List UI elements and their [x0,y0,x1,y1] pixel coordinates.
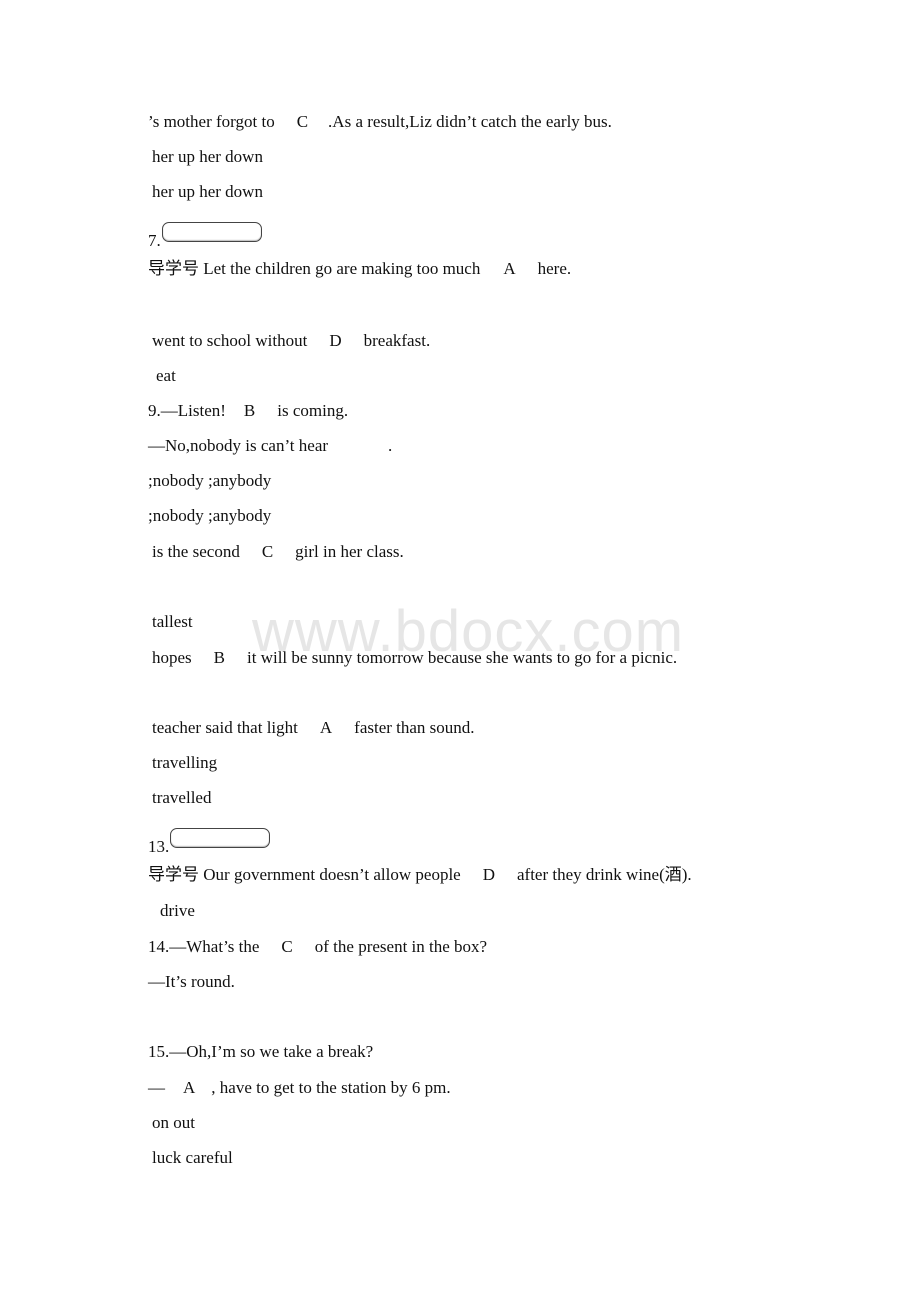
option-line: drive [160,901,195,920]
question-line: hopes Bit will be sunny tomorrow because … [152,648,677,668]
answer-letter: D [329,331,342,350]
option-line: travelling [152,753,218,772]
question-line: teacher said that light Afaster than soun… [152,718,475,738]
question-text: , have to get to the station by 6 pm. [211,1078,451,1097]
question-line: 14.—What’s the Cof the present in the box… [148,937,487,957]
question-text: teacher said that light [152,718,298,737]
option-line: luck careful [152,1148,233,1167]
answer-letter: A [319,718,333,737]
question-line: is the second Cgirl in her class. [152,542,404,562]
question-text: girl in her class. [295,542,404,561]
question-text: .As a result,Liz didn’t catch the early … [328,112,612,131]
question-number-label: 7. [148,231,161,250]
option-line: travelled [152,788,212,807]
option-line: tallest [152,612,193,631]
question-line: — A , have to get to the station by 6 pm. [148,1078,451,1098]
question-text: after they drink wine(酒). [517,865,692,884]
question-line: 导学号 Let the children go are making too m… [148,259,571,279]
question-text: ’s mother forgot to [148,112,275,131]
question-line: 15.—Oh,I’m so we take a break? [148,1042,374,1061]
option-line: eat [156,366,176,385]
question-text: of the present in the box? [314,937,488,956]
answer-letter: B [213,648,226,667]
question-line: —No,nobody is can’t hear. [148,436,392,456]
option-line: ;nobody ;anybody [148,506,272,525]
question-text: — [148,1078,165,1097]
answer-letter: A [183,1078,196,1097]
answer-letter: A [503,259,516,278]
answer-letter: C [281,937,293,956]
question-text: 导学号 Let the children go are making too m… [148,259,481,278]
question-number: 7. [148,222,262,251]
question-number-label: 13. [148,837,170,856]
question-line: 9.—Listen! Bis coming. [148,401,348,421]
question-line: —It’s round. [148,972,235,991]
answer-letter: D [482,865,495,884]
question-number: 13. [148,828,271,857]
option-line: ;nobody ;anybody [148,471,272,490]
answer-letter: C [296,112,309,131]
option-line: on out [152,1113,195,1132]
question-text: went to school without [152,331,308,350]
question-text: 9.—Listen! [148,401,226,420]
question-text: faster than sound. [354,718,475,737]
question-line: ’s mother forgot to C .As a result,Liz did… [148,112,612,132]
id-box [170,828,271,848]
question-text: 导学号 Our government doesn’t allow people [148,865,461,884]
answer-letter: C [261,542,274,561]
question-text: 14.—What’s the [148,937,260,956]
question-text: here. [537,259,572,278]
question-line: 导学号 Our government doesn’t allow people D… [148,865,692,885]
question-text: . [388,436,393,455]
option-line: her up her down [152,147,263,166]
id-box [161,222,262,242]
question-text: —No,nobody is can’t hear [148,436,329,455]
question-line: went to school without Dbreakfast. [152,331,430,351]
option-line: her up her down [152,182,263,201]
question-text: hopes [152,648,192,667]
question-text: breakfast. [363,331,431,350]
question-text: is the second [152,542,240,561]
question-text: it will be sunny tomorrow because she wa… [247,648,678,667]
question-text: is coming. [277,401,349,420]
answer-letter: B [243,401,256,420]
